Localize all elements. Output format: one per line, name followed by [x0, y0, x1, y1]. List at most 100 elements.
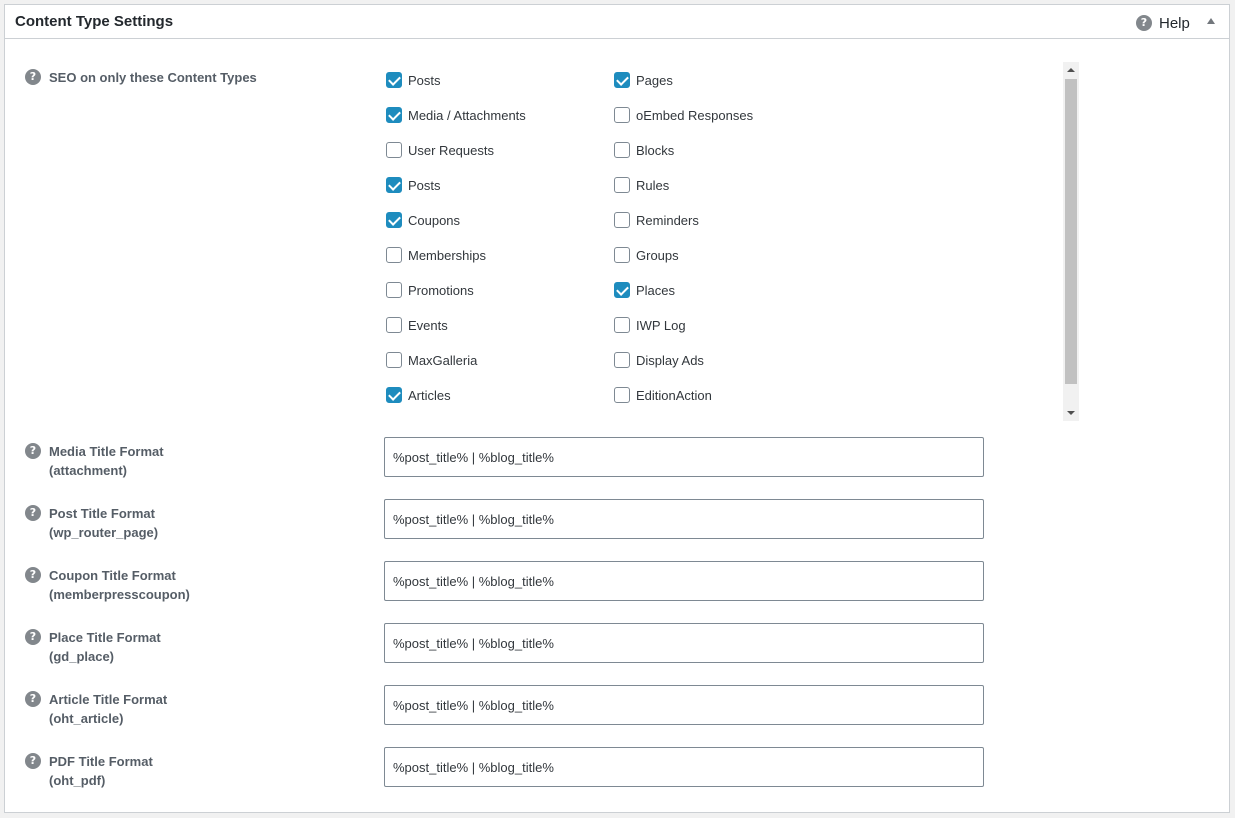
- title-format-input[interactable]: [384, 437, 984, 477]
- content-types-scrollbar[interactable]: [1063, 62, 1079, 421]
- caret-up-icon[interactable]: [1207, 18, 1215, 24]
- content-type-option[interactable]: IWP Log: [614, 315, 686, 335]
- content-type-label: Blocks: [636, 142, 675, 158]
- content-type-checkbox[interactable]: [614, 177, 630, 193]
- content-type-checkbox[interactable]: [386, 317, 402, 333]
- content-type-checkbox[interactable]: [614, 317, 630, 333]
- content-type-option[interactable]: Coupons: [386, 210, 460, 230]
- title-format-label: ? Coupon Title Format (memberpresscoupon): [25, 566, 190, 604]
- content-type-option[interactable]: EditionAction: [614, 385, 712, 405]
- content-type-label: Posts: [408, 177, 441, 193]
- question-circle-icon[interactable]: ?: [25, 567, 41, 583]
- content-type-label: Articles: [408, 387, 451, 403]
- content-type-checkbox[interactable]: [614, 247, 630, 263]
- content-type-option[interactable]: Groups: [614, 245, 679, 265]
- content-type-checkbox[interactable]: [386, 387, 402, 403]
- content-type-option[interactable]: Rules: [614, 175, 669, 195]
- title-format-input[interactable]: [384, 623, 984, 663]
- question-circle-icon[interactable]: ?: [25, 505, 41, 521]
- scroll-up-arrow-icon[interactable]: [1067, 68, 1075, 72]
- content-type-checkbox[interactable]: [614, 352, 630, 368]
- title-format-post-type: (gd_place): [49, 649, 115, 664]
- content-type-option[interactable]: Reminders: [614, 210, 699, 230]
- title-format-input[interactable]: [384, 561, 984, 601]
- title-format-label-text: PDF Title Format (oht_pdf): [49, 752, 153, 790]
- content-type-checkbox[interactable]: [614, 387, 630, 403]
- content-type-checkbox[interactable]: [614, 72, 630, 88]
- title-format-name: Media Title Format: [49, 444, 164, 459]
- question-circle-icon: ?: [1136, 15, 1152, 31]
- content-type-checkbox[interactable]: [386, 107, 402, 123]
- content-type-option[interactable]: Display Ads: [614, 350, 704, 370]
- question-circle-icon[interactable]: ?: [25, 69, 41, 85]
- title-format-post-type: (wp_router_page): [49, 525, 159, 540]
- content-type-checkbox[interactable]: [386, 282, 402, 298]
- content-type-checkbox[interactable]: [386, 212, 402, 228]
- content-type-checkbox[interactable]: [386, 142, 402, 158]
- question-circle-icon[interactable]: ?: [25, 753, 41, 769]
- title-format-name: Coupon Title Format: [49, 568, 176, 583]
- content-type-label: Places: [636, 282, 676, 298]
- content-type-checkbox[interactable]: [386, 352, 402, 368]
- content-type-label: Rules: [636, 177, 670, 193]
- content-type-label: Memberships: [408, 247, 487, 263]
- title-format-label: ? Media Title Format (attachment): [25, 442, 164, 480]
- title-format-post-type: (oht_article): [49, 711, 124, 726]
- content-type-label: Media / Attachments: [408, 107, 526, 123]
- content-type-option[interactable]: Articles: [386, 385, 451, 405]
- content-types-checkbox-list[interactable]: Posts Pages Media / Attachments oEmbed Resp…: [383, 62, 1078, 421]
- title-format-name: Post Title Format: [49, 506, 155, 521]
- content-type-checkbox[interactable]: [386, 247, 402, 263]
- panel-header: Content Type Settings ? Help: [5, 5, 1229, 39]
- title-format-post-type: (oht_pdf): [49, 773, 106, 788]
- title-format-label-text: Article Title Format (oht_article): [49, 690, 167, 728]
- content-type-label: Reminders: [636, 212, 699, 228]
- seo-content-types-label-text: SEO on only these Content Types: [49, 70, 257, 85]
- content-type-label: oEmbed Responses: [636, 107, 754, 123]
- help-label: Help: [1159, 14, 1190, 32]
- title-format-post-type: (memberpresscoupon): [49, 587, 190, 602]
- title-format-label-text: Post Title Format (wp_router_page): [49, 504, 158, 542]
- content-type-label: User Requests: [408, 142, 494, 158]
- content-type-option[interactable]: Media / Attachments: [386, 105, 526, 125]
- content-type-checkbox[interactable]: [386, 177, 402, 193]
- title-format-input[interactable]: [384, 747, 984, 787]
- content-type-option[interactable]: MaxGalleria: [386, 350, 477, 370]
- content-type-option[interactable]: Posts: [386, 175, 441, 195]
- content-type-checkbox[interactable]: [614, 107, 630, 123]
- content-type-option[interactable]: oEmbed Responses: [614, 105, 753, 125]
- content-type-label: Pages: [636, 72, 673, 88]
- content-type-option[interactable]: Blocks: [614, 140, 674, 160]
- seo-content-types-label: ? SEO on only these Content Types: [25, 68, 257, 87]
- content-type-checkbox[interactable]: [614, 212, 630, 228]
- content-type-checkbox[interactable]: [614, 282, 630, 298]
- question-circle-icon[interactable]: ?: [25, 443, 41, 459]
- content-type-checkbox[interactable]: [614, 142, 630, 158]
- content-type-label: Events: [408, 317, 448, 333]
- content-type-option[interactable]: Pages: [614, 70, 673, 90]
- title-format-input[interactable]: [384, 685, 984, 725]
- title-format-label-text: Media Title Format (attachment): [49, 442, 164, 480]
- title-format-post-type: (attachment): [49, 463, 128, 478]
- content-type-label: IWP Log: [636, 317, 686, 333]
- content-type-option[interactable]: Memberships: [386, 245, 486, 265]
- content-type-label: Posts: [408, 72, 441, 88]
- scroll-down-arrow-icon[interactable]: [1067, 411, 1075, 415]
- content-type-option[interactable]: Places: [614, 280, 675, 300]
- title-format-input[interactable]: [384, 499, 984, 539]
- content-type-label: Groups: [636, 247, 679, 263]
- content-type-option[interactable]: [386, 420, 408, 421]
- title-format-label-text: Coupon Title Format (memberpresscoupon): [49, 566, 190, 604]
- content-type-option[interactable]: Posts: [386, 70, 441, 90]
- help-toggle[interactable]: ? Help: [1136, 14, 1190, 32]
- content-type-checkbox[interactable]: [386, 72, 402, 88]
- content-type-label: Promotions: [408, 282, 474, 298]
- content-type-option[interactable]: Events: [386, 315, 448, 335]
- question-circle-icon[interactable]: ?: [25, 629, 41, 645]
- content-type-option[interactable]: Promotions: [386, 280, 474, 300]
- content-type-settings-panel: Content Type Settings ? Help ? SEO on on…: [4, 4, 1230, 813]
- content-type-option[interactable]: User Requests: [386, 140, 494, 160]
- content-type-label: Coupons: [408, 212, 461, 228]
- question-circle-icon[interactable]: ?: [25, 691, 41, 707]
- scroll-thumb[interactable]: [1065, 79, 1077, 384]
